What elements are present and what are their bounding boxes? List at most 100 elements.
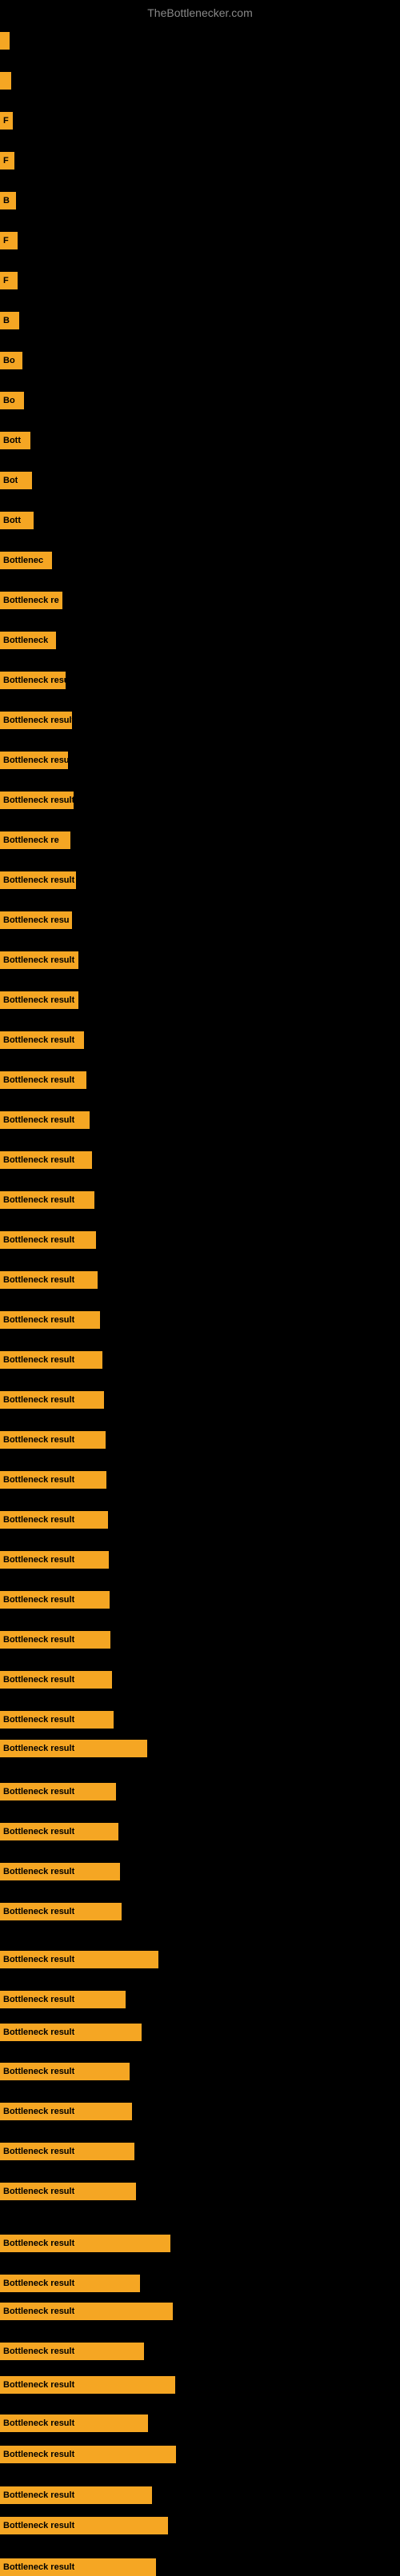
bar-item: Bottleneck result [0,2343,144,2360]
bar-item: Bottleneck result [0,2235,170,2252]
bar-label: Bottleneck [3,636,48,645]
bar-item: Bottleneck result [0,2446,176,2463]
bar-item: Bottleneck result [0,871,76,889]
bar-item: Bottleneck result [0,1511,108,1529]
bar-label: Bottleneck result [3,2307,74,2316]
bar-label: Bottleneck result [3,1035,74,1045]
bar-item: Bottleneck result [0,1231,96,1249]
bar-label: Bottleneck result [3,2279,74,2288]
bar-label: Bottleneck result [3,1827,74,1836]
bar-item: Bottleneck result [0,1271,98,1289]
bar-label: Bottleneck result [3,1395,74,1405]
bar-label: Bottleneck result [3,955,74,965]
bar-label: Bottleneck result [3,1635,74,1645]
bar-item: Bottleneck result [0,2415,148,2432]
bar-item: F [0,112,13,130]
bar-item: Bottleneck result [0,2275,140,2292]
bar-item: Bottleneck result [0,1431,106,1449]
bar-label: Bottleneck resu [3,915,70,925]
bar-label: Bottleneck result [3,995,74,1005]
bar-item: F [0,272,18,289]
bar-label: B [3,316,10,325]
bar-item: Bottleneck resu [0,672,66,689]
bar-label: Bottleneck result [3,1235,74,1245]
bar-label: Bottleneck result [3,2187,74,2196]
bar-label: Bottleneck result [3,2418,74,2428]
bar-label: Bottleneck result [3,1435,74,1445]
bar-item: B [0,192,16,209]
bar-item: Bottleneck result [0,2143,134,2160]
bar-item: Bottleneck result [0,2063,130,2080]
bar-label: Bottleneck result [3,1075,74,1085]
bar-label: Bottleneck result [3,1675,74,1685]
bar-item: Bottleneck result [0,2486,152,2504]
bar-item: Bottleneck result [0,1191,94,1209]
bar-label: Bottleneck result [3,1995,74,2004]
bar-item: Bottleneck result [0,2183,136,2200]
bar-item: Bottleneck result [0,1551,109,1569]
bar-item: Bottleneck re [0,592,62,609]
bar-label: Bottleneck result [3,1555,74,1565]
bar-item: Bott [0,432,30,449]
bar-label: Bottleneck result [3,716,72,725]
bar-label: Bottleneck result [3,2490,74,2500]
bar-item: Bottleneck result [0,1631,110,1649]
bar-label: Bottleneck result [3,875,74,885]
bar-item: Bottleneck resu [0,752,68,769]
site-title: TheBottlenecker.com [0,6,400,19]
bar-item: Bottleneck result [0,1823,118,1840]
bar-item: Bottleneck result [0,712,72,729]
bar-item: F [0,232,18,249]
bar-label: F [3,156,9,165]
bar-item [0,72,11,90]
bar-item: Bottleneck result [0,1311,100,1329]
bar-item: Bottleneck result [0,1391,104,1409]
bar-label: F [3,236,9,245]
bar-item: Bottleneck result [0,1071,86,1089]
bar-label: Bottleneck result [3,2239,74,2248]
bar-label: Bottleneck result [3,1355,74,1365]
bar-item: Bottleneck result [0,1740,147,1757]
bar-label: Bo [3,356,15,365]
bar-item: Bottleneck result [0,1951,158,1968]
bar-item: Bottleneck result [0,1351,102,1369]
bar-label: F [3,276,9,285]
bar-item: Bottleneck result [0,991,78,1009]
bar-item: Bottleneck result [0,2103,132,2120]
bar-item: Bottleneck [0,632,56,649]
bar-item: Bottleneck result [0,1471,106,1489]
bar-label: Bottleneck result [3,1595,74,1605]
bar-item: Bottleneck result [0,1111,90,1129]
bar-label: Bottleneck result [3,1155,74,1165]
bar-item: F [0,152,14,169]
bar-label: Bot [3,476,18,485]
bar-item: Bottleneck result [0,2303,173,2320]
bar-label: Bottleneck result [3,2380,74,2390]
bar-label: Bottleneck re [3,835,59,845]
bar-label: Bottleneck result [3,1867,74,1876]
bar-label: Bottleneck result [3,1715,74,1725]
bar-item: Bott [0,512,34,529]
bar-label: Bottleneck re [3,596,59,605]
bar-item: Bottleneck result [0,2024,142,2041]
bar-item: Bo [0,352,22,369]
bar-label: Bottleneck result [3,1475,74,1485]
bar-item: Bottleneck result [0,1031,84,1049]
bar-label: Bottleneck result [3,2107,74,2116]
bar-item: Bottleneck result [0,2376,175,2394]
bar-item [0,32,10,50]
bar-item: Bottleneck result [0,1863,120,1880]
bar-label: Bottleneck result [3,1787,74,1796]
bar-item: Bottleneck result [0,1903,122,1920]
bar-label: Bottleneck result [3,1907,74,1916]
bar-label: Bottleneck result [3,1744,74,1753]
bar-label: Bottleneck resu [3,676,66,685]
bar-label: F [3,116,9,126]
bar-label: B [3,196,10,205]
bar-item: Bottleneck resu [0,911,72,929]
bar-label: Bottleneck result [3,1515,74,1525]
bar-item: Bottleneck result [0,951,78,969]
bar-label: Bottleneck result [3,1195,74,1205]
bar-label: Bo [3,396,15,405]
bar-item: Bottleneck result [0,2558,156,2576]
